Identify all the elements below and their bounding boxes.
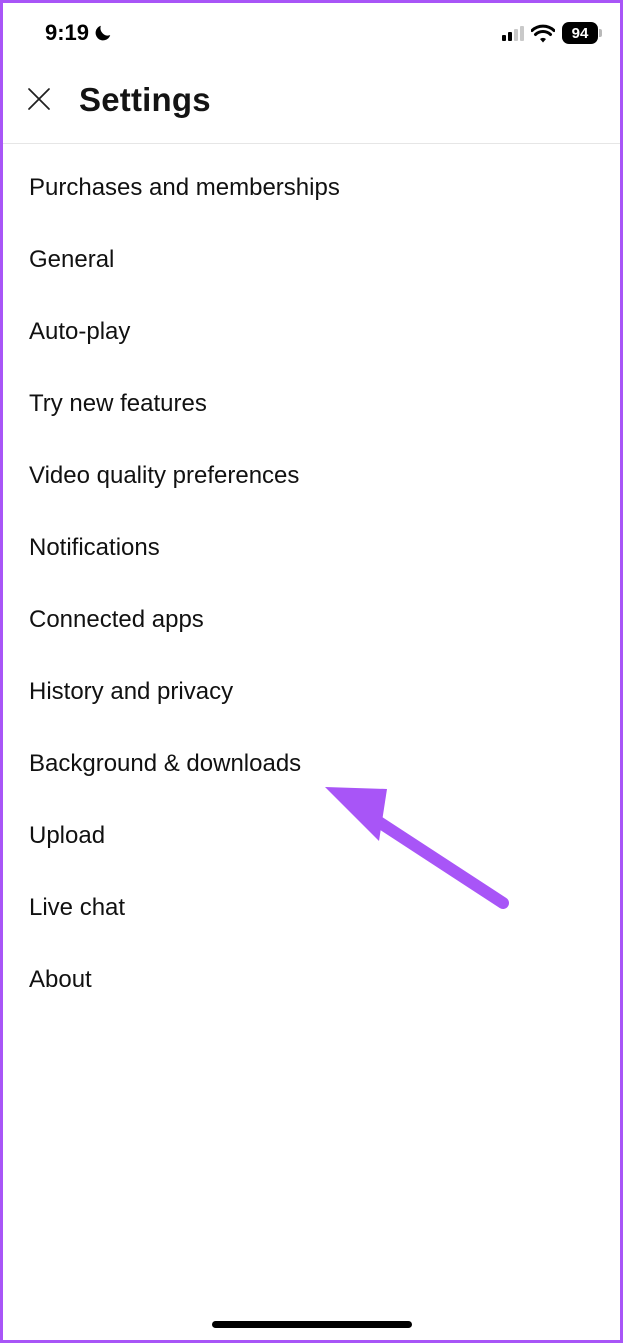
status-bar: 9:19 94 bbox=[3, 3, 620, 53]
settings-item-video-quality[interactable]: Video quality preferences bbox=[3, 440, 620, 512]
close-button[interactable] bbox=[23, 84, 55, 116]
settings-item-try-new-features[interactable]: Try new features bbox=[3, 368, 620, 440]
settings-list: Purchases and memberships General Auto-p… bbox=[3, 144, 620, 1024]
status-right: 94 bbox=[502, 22, 598, 44]
settings-item-background-downloads[interactable]: Background & downloads bbox=[3, 728, 620, 800]
battery-icon: 94 bbox=[562, 22, 598, 44]
status-left: 9:19 bbox=[45, 20, 113, 46]
settings-item-purchases-memberships[interactable]: Purchases and memberships bbox=[3, 152, 620, 224]
status-time: 9:19 bbox=[45, 20, 89, 46]
header: Settings bbox=[3, 53, 620, 144]
page-title: Settings bbox=[79, 81, 211, 119]
home-indicator[interactable] bbox=[212, 1321, 412, 1328]
settings-item-about[interactable]: About bbox=[3, 944, 620, 1016]
battery-level: 94 bbox=[572, 25, 589, 42]
settings-item-history-privacy[interactable]: History and privacy bbox=[3, 656, 620, 728]
settings-item-upload[interactable]: Upload bbox=[3, 800, 620, 872]
cellular-signal-icon bbox=[502, 25, 524, 41]
settings-item-connected-apps[interactable]: Connected apps bbox=[3, 584, 620, 656]
settings-item-live-chat[interactable]: Live chat bbox=[3, 872, 620, 944]
settings-item-notifications[interactable]: Notifications bbox=[3, 512, 620, 584]
settings-item-general[interactable]: General bbox=[3, 224, 620, 296]
wifi-icon bbox=[531, 23, 555, 43]
do-not-disturb-icon bbox=[93, 23, 113, 43]
close-icon bbox=[24, 84, 54, 117]
settings-item-auto-play[interactable]: Auto-play bbox=[3, 296, 620, 368]
